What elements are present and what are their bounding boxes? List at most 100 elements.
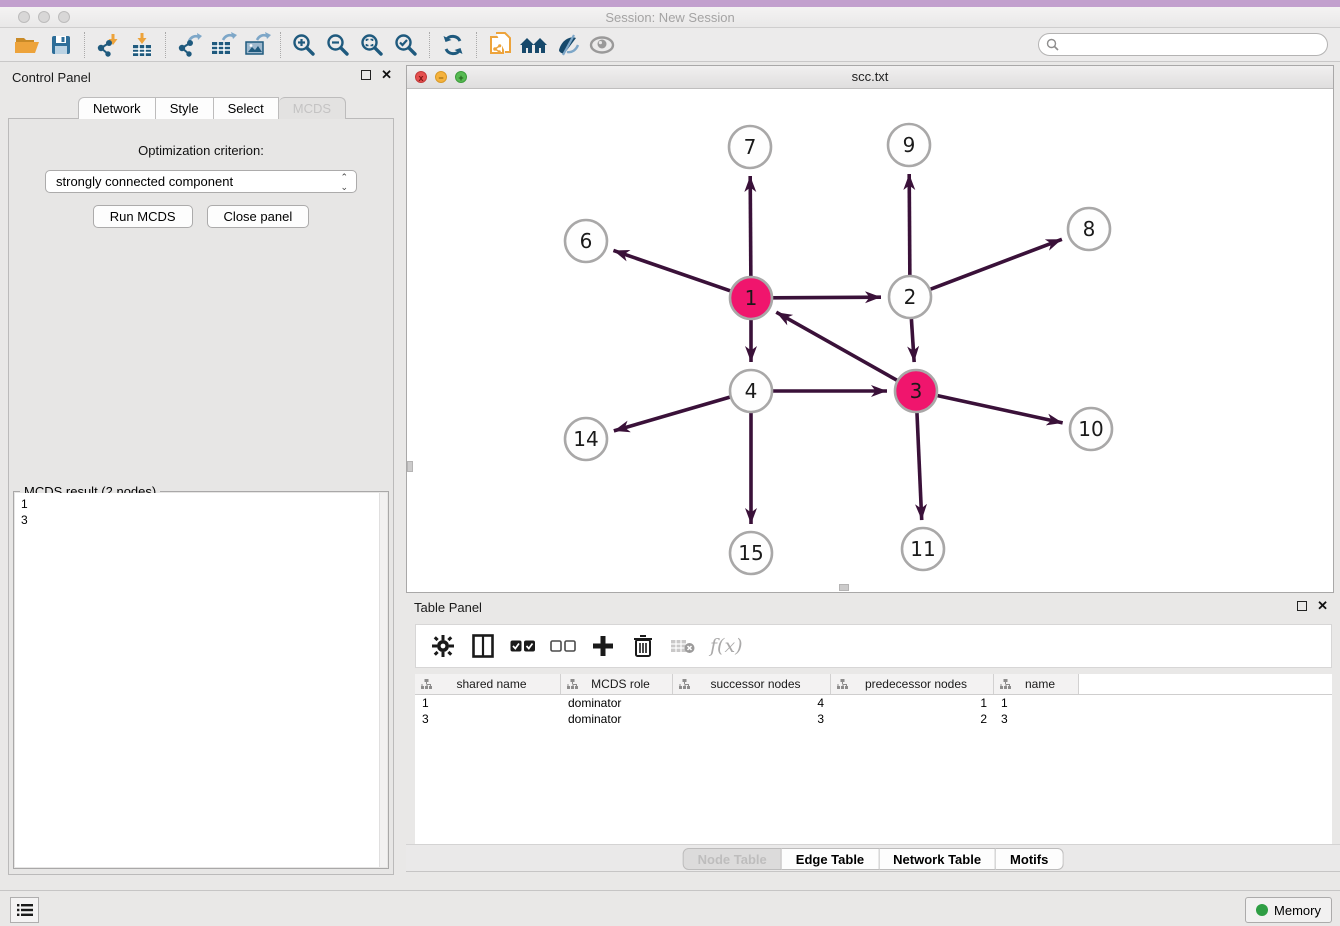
table-cell[interactable]: dominator xyxy=(561,711,673,727)
graph-node-4[interactable]: 4 xyxy=(730,370,772,412)
graph-node-15[interactable]: 15 xyxy=(730,532,772,574)
edge-1-7[interactable] xyxy=(750,176,751,276)
delete-table-icon[interactable] xyxy=(670,632,696,660)
edge-3-11[interactable] xyxy=(917,413,922,520)
window-zoom-button[interactable] xyxy=(58,11,70,23)
edge-1-6[interactable] xyxy=(613,250,730,290)
tab-style[interactable]: Style xyxy=(156,97,214,119)
graph-node-8[interactable]: 8 xyxy=(1068,208,1110,250)
network-window-titlebar[interactable]: x − + scc.txt xyxy=(407,66,1333,89)
graph-node-6[interactable]: 6 xyxy=(565,220,607,262)
node-label: 6 xyxy=(580,229,593,253)
horizontal-divider-handle[interactable] xyxy=(839,584,849,591)
add-column-icon[interactable] xyxy=(590,632,616,660)
edge-3-1[interactable] xyxy=(776,312,897,380)
edge-2-3[interactable] xyxy=(911,319,914,362)
tab-network[interactable]: Network xyxy=(78,97,156,119)
float-panel-icon[interactable] xyxy=(361,70,371,80)
edge-1-2[interactable] xyxy=(773,297,881,298)
vertical-divider-handle[interactable] xyxy=(407,461,413,472)
graph-node-10[interactable]: 10 xyxy=(1070,408,1112,450)
zoom-selected-icon[interactable] xyxy=(389,30,423,60)
export-image-icon[interactable] xyxy=(240,30,274,60)
control-panel: Control Panel ✕ NetworkStyleSelectMCDS O… xyxy=(0,62,402,880)
export-network-icon[interactable] xyxy=(172,30,206,60)
graph-node-7[interactable]: 7 xyxy=(729,126,771,168)
show-all-icon[interactable] xyxy=(585,30,619,60)
select-all-icon[interactable] xyxy=(510,632,536,660)
table-row[interactable]: 3dominator323 xyxy=(415,711,1332,727)
export-table-icon[interactable] xyxy=(206,30,240,60)
network-maximize-button[interactable]: + xyxy=(455,71,467,83)
graph-node-14[interactable]: 14 xyxy=(565,418,607,460)
close-panel-icon[interactable]: ✕ xyxy=(381,70,392,80)
tab-select[interactable]: Select xyxy=(214,97,279,119)
column-header-name[interactable]: name xyxy=(994,674,1079,694)
hide-selected-icon[interactable] xyxy=(551,30,585,60)
criterion-dropdown[interactable]: strongly connected component ⌃⌄ xyxy=(45,170,357,193)
zoom-in-icon[interactable] xyxy=(287,30,321,60)
close-table-panel-icon[interactable]: ✕ xyxy=(1317,601,1328,611)
tab-node-table[interactable]: Node Table xyxy=(683,848,782,870)
home-icon[interactable] xyxy=(517,30,551,60)
refresh-icon[interactable] xyxy=(436,30,470,60)
table-cell[interactable]: 3 xyxy=(994,711,1079,727)
window-titlebar[interactable]: Session: New Session xyxy=(0,7,1340,28)
delete-column-icon[interactable] xyxy=(630,632,656,660)
network-graph-canvas[interactable]: 7 9 6 8 1 2 4 3 14 10 15 11 xyxy=(407,89,1333,592)
edge-4-14[interactable] xyxy=(614,397,730,431)
search-input[interactable] xyxy=(1038,33,1328,56)
mcds-result-text[interactable]: 13 xyxy=(15,493,379,867)
window-close-button[interactable] xyxy=(18,11,30,23)
toolbar-separator xyxy=(280,32,281,58)
network-close-button[interactable]: x xyxy=(415,71,427,83)
open-folder-icon[interactable] xyxy=(10,30,44,60)
dropdown-stepper-icon[interactable]: ⌃⌄ xyxy=(340,172,348,192)
column-header-successor-nodes[interactable]: successor nodes xyxy=(673,674,831,694)
deselect-all-icon[interactable] xyxy=(550,632,576,660)
graph-node-11[interactable]: 11 xyxy=(902,528,944,570)
tab-motifs[interactable]: Motifs xyxy=(996,848,1063,870)
list-icon xyxy=(17,903,33,917)
gear-icon[interactable] xyxy=(430,632,456,660)
show-columns-icon[interactable] xyxy=(470,632,496,660)
table-cell[interactable]: 1 xyxy=(994,695,1079,711)
save-icon[interactable] xyxy=(44,30,78,60)
zoom-out-icon[interactable] xyxy=(321,30,355,60)
close-panel-button[interactable]: Close panel xyxy=(207,205,310,228)
tab-edge-table[interactable]: Edge Table xyxy=(782,848,879,870)
window-minimize-button[interactable] xyxy=(38,11,50,23)
graph-node-3[interactable]: 3 xyxy=(895,370,937,412)
column-header-MCDS-role[interactable]: MCDS role xyxy=(561,674,673,694)
task-history-button[interactable] xyxy=(10,897,39,923)
tab-mcds[interactable]: MCDS xyxy=(279,97,346,119)
import-network-icon[interactable] xyxy=(91,30,125,60)
edge-2-9[interactable] xyxy=(909,174,910,275)
edge-3-10[interactable] xyxy=(937,396,1062,423)
table-cell[interactable]: 3 xyxy=(415,711,561,727)
node-label: 2 xyxy=(904,285,917,309)
tab-network-table[interactable]: Network Table xyxy=(879,848,996,870)
column-header-shared-name[interactable]: shared name xyxy=(415,674,561,694)
table-tab-strip: Node TableEdge TableNetwork TableMotifs xyxy=(406,844,1340,872)
graph-node-1[interactable]: 1 xyxy=(730,277,772,319)
table-cell[interactable]: 2 xyxy=(831,711,994,727)
memory-button[interactable]: Memory xyxy=(1245,897,1332,923)
table-cell[interactable]: 3 xyxy=(673,711,831,727)
column-header-predecessor-nodes[interactable]: predecessor nodes xyxy=(831,674,994,694)
import-table-icon[interactable] xyxy=(125,30,159,60)
table-cell[interactable]: 1 xyxy=(831,695,994,711)
table-cell[interactable]: 1 xyxy=(415,695,561,711)
float-table-panel-icon[interactable] xyxy=(1297,601,1307,611)
network-file-icon[interactable] xyxy=(483,30,517,60)
table-row[interactable]: 1dominator411 xyxy=(415,695,1332,711)
graph-node-2[interactable]: 2 xyxy=(889,276,931,318)
table-cell[interactable]: 4 xyxy=(673,695,831,711)
table-cell[interactable]: dominator xyxy=(561,695,673,711)
zoom-fit-icon[interactable] xyxy=(355,30,389,60)
network-minimize-button[interactable]: − xyxy=(435,71,447,83)
edge-2-8[interactable] xyxy=(931,239,1062,289)
graph-node-9[interactable]: 9 xyxy=(888,124,930,166)
run-mcds-button[interactable]: Run MCDS xyxy=(93,205,193,228)
mcds-result-scrollbar[interactable] xyxy=(379,493,387,867)
